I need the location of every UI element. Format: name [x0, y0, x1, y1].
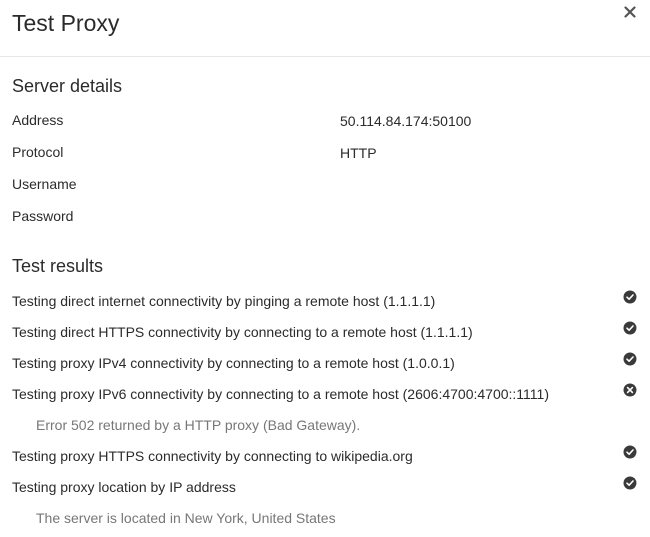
username-label: Username [12, 176, 77, 192]
test-result-text: Testing proxy HTTPS connectivity by conn… [12, 448, 413, 464]
protocol-label: Protocol [12, 144, 64, 160]
close-icon [624, 6, 636, 18]
test-result-text: Testing direct HTTPS connectivity by con… [12, 324, 473, 340]
test-result-text: Testing proxy IPv4 connectivity by conne… [12, 355, 455, 371]
test-results-heading: Test results [12, 256, 104, 276]
check-circle-icon [623, 476, 637, 490]
check-circle-icon [623, 352, 637, 366]
address-value: 50.114.84.174:50100 [340, 113, 472, 129]
check-circle-icon [623, 445, 637, 459]
test-result-location-detail: The server is located in New York, Unite… [36, 510, 336, 526]
test-result-text: Testing proxy IPv6 connectivity by conne… [12, 386, 549, 402]
password-label: Password [12, 208, 74, 224]
x-circle-icon [623, 383, 637, 397]
close-button[interactable] [620, 2, 640, 22]
protocol-value: HTTP [340, 145, 377, 161]
server-details-heading: Server details [12, 76, 123, 96]
test-result-text: Testing proxy location by IP address [12, 479, 236, 495]
test-result-error-detail: Error 502 returned by a HTTP proxy (Bad … [36, 417, 361, 433]
test-result-text: Testing direct internet connectivity by … [12, 293, 436, 309]
dialog-header: Test Proxy [0, 0, 650, 57]
check-circle-icon [623, 321, 637, 335]
address-label: Address [12, 112, 64, 128]
check-circle-icon [623, 290, 637, 304]
dialog-title: Test Proxy [12, 10, 120, 36]
